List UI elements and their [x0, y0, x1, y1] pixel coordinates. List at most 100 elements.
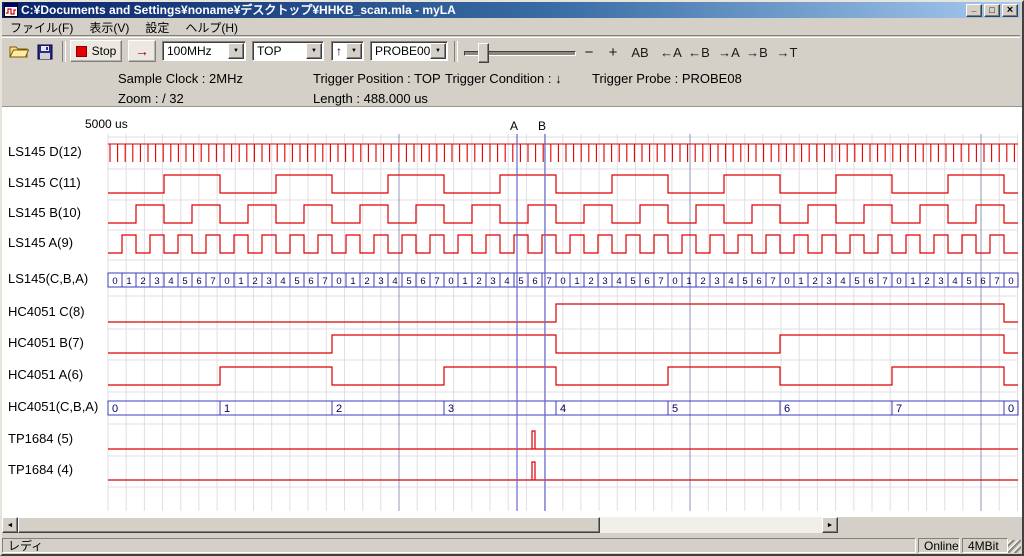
svg-text:0: 0: [560, 276, 565, 287]
svg-text:6: 6: [980, 276, 985, 287]
title-bar[interactable]: C:¥Documents and Settings¥noname¥デスクトップ¥…: [2, 2, 1020, 18]
svg-text:5: 5: [406, 276, 411, 287]
chevron-down-icon[interactable]: ▼: [228, 43, 244, 59]
svg-text:2: 2: [812, 276, 817, 287]
run-button[interactable]: →: [128, 40, 156, 62]
status-memory: 4MBit: [962, 538, 1008, 553]
svg-text:6: 6: [196, 276, 201, 287]
svg-text:5: 5: [518, 276, 523, 287]
svg-text:3: 3: [602, 276, 607, 287]
cursor-label-B: B: [538, 119, 546, 133]
svg-text:7: 7: [658, 276, 663, 287]
svg-text:1: 1: [462, 276, 467, 287]
menu-help[interactable]: ヘルプ(H): [177, 18, 246, 37]
run-arrow-icon: →: [135, 43, 149, 59]
resize-grip[interactable]: [1008, 540, 1021, 553]
sample-clock-value: 100MHz: [163, 44, 228, 58]
status-online: Online: [918, 538, 960, 553]
svg-text:0: 0: [448, 276, 453, 287]
scroll-right-button[interactable]: ►: [822, 517, 838, 533]
svg-text:6: 6: [420, 276, 425, 287]
svg-text:5: 5: [742, 276, 747, 287]
scroll-left-button[interactable]: ◄: [2, 517, 18, 533]
trigger-position-select[interactable]: TOP ▼: [252, 41, 324, 61]
stop-icon: [76, 46, 87, 57]
stop-label: Stop: [92, 44, 117, 58]
waveform-pane[interactable]: 0123456701234567012345670123456701234567…: [2, 106, 1022, 517]
toolbar-separator: [454, 41, 458, 62]
channel-label-hc4051-a: HC4051 A(6): [8, 367, 83, 382]
sample-clock-select[interactable]: 100MHz ▼: [162, 41, 246, 61]
minimize-icon: _: [971, 3, 976, 13]
trigger-edge-value: ↑: [332, 44, 346, 58]
svg-text:0: 0: [1008, 403, 1014, 415]
channel-label-ls145-a: LS145 A(9): [8, 235, 73, 250]
svg-text:1: 1: [574, 276, 579, 287]
svg-text:1: 1: [798, 276, 803, 287]
goto-trigger-button[interactable]: →T: [774, 42, 800, 62]
channel-label-ls145-bus: LS145(C,B,A): [8, 271, 88, 286]
svg-text:7: 7: [770, 276, 775, 287]
toolbar: Stop → 100MHz ▼ TOP ▼ ↑ ▼ PROBE00 ▼ − + …: [2, 37, 1020, 65]
svg-text:3: 3: [938, 276, 943, 287]
goto-a-left-button[interactable]: ←A: [658, 42, 684, 62]
chevron-down-icon[interactable]: ▼: [430, 43, 446, 59]
stop-button[interactable]: Stop: [70, 40, 122, 62]
menu-settings[interactable]: 設定: [137, 18, 177, 37]
channel-label-ls145-b: LS145 B(10): [8, 205, 81, 220]
chevron-down-icon[interactable]: ▼: [306, 43, 322, 59]
svg-text:4: 4: [280, 276, 285, 287]
waveform-canvas[interactable]: 0123456701234567012345670123456701234567…: [2, 107, 1022, 517]
svg-text:2: 2: [364, 276, 369, 287]
open-folder-icon: [9, 44, 29, 60]
svg-text:4: 4: [616, 276, 621, 287]
svg-text:4: 4: [728, 276, 733, 287]
zoom-slider[interactable]: [464, 41, 576, 63]
goto-b-left-button[interactable]: ←B: [686, 42, 712, 62]
save-file-button[interactable]: [34, 43, 56, 61]
svg-text:0: 0: [672, 276, 677, 287]
menu-bar: ファイル(F) 表示(V) 設定 ヘルプ(H): [2, 19, 1020, 36]
status-bar: レディ Online 4MBit: [2, 537, 1022, 554]
trigger-probe-select[interactable]: PROBE00 ▼: [370, 41, 448, 61]
svg-text:2: 2: [588, 276, 593, 287]
scroll-left-icon: ◄: [7, 522, 14, 529]
minimize-button[interactable]: _: [966, 4, 982, 17]
sample-clock-info: Sample Clock : 2MHz: [118, 71, 243, 86]
menu-file[interactable]: ファイル(F): [2, 18, 81, 37]
svg-text:7: 7: [322, 276, 327, 287]
svg-text:3: 3: [490, 276, 495, 287]
goto-b-right-button[interactable]: →B: [744, 42, 770, 62]
trigger-edge-select[interactable]: ↑ ▼: [331, 41, 364, 61]
open-file-button[interactable]: [8, 43, 30, 61]
goto-a-right-button[interactable]: →A: [716, 42, 742, 62]
svg-text:4: 4: [392, 276, 397, 287]
chevron-down-icon[interactable]: ▼: [346, 43, 362, 59]
horizontal-scrollbar[interactable]: ◄ ►: [2, 517, 838, 533]
channel-label-hc4051-bus: HC4051(C,B,A): [8, 399, 98, 414]
channel-label-hc4051-b: HC4051 B(7): [8, 335, 84, 350]
svg-text:7: 7: [210, 276, 215, 287]
timescale-label: 5000 us: [85, 117, 128, 131]
cursor-label-A: A: [510, 119, 518, 133]
app-icon: [4, 3, 18, 17]
svg-text:5: 5: [966, 276, 971, 287]
svg-text:2: 2: [700, 276, 705, 287]
scrollbar-thumb[interactable]: [18, 517, 600, 533]
maximize-button[interactable]: □: [984, 4, 1000, 17]
svg-text:1: 1: [910, 276, 915, 287]
svg-text:5: 5: [672, 403, 678, 415]
close-button[interactable]: ×: [1002, 4, 1018, 17]
svg-text:6: 6: [756, 276, 761, 287]
ab-cursor-button[interactable]: AB: [626, 42, 654, 62]
channel-label-tp1684-5: TP1684 (5): [8, 431, 73, 446]
zoom-out-button[interactable]: −: [578, 42, 600, 62]
menu-view[interactable]: 表示(V): [81, 18, 137, 37]
svg-text:2: 2: [476, 276, 481, 287]
svg-text:0: 0: [336, 276, 341, 287]
svg-text:2: 2: [140, 276, 145, 287]
svg-text:0: 0: [112, 403, 118, 415]
svg-text:5: 5: [294, 276, 299, 287]
zoom-in-button[interactable]: +: [602, 42, 624, 62]
slider-thumb[interactable]: [478, 43, 489, 63]
